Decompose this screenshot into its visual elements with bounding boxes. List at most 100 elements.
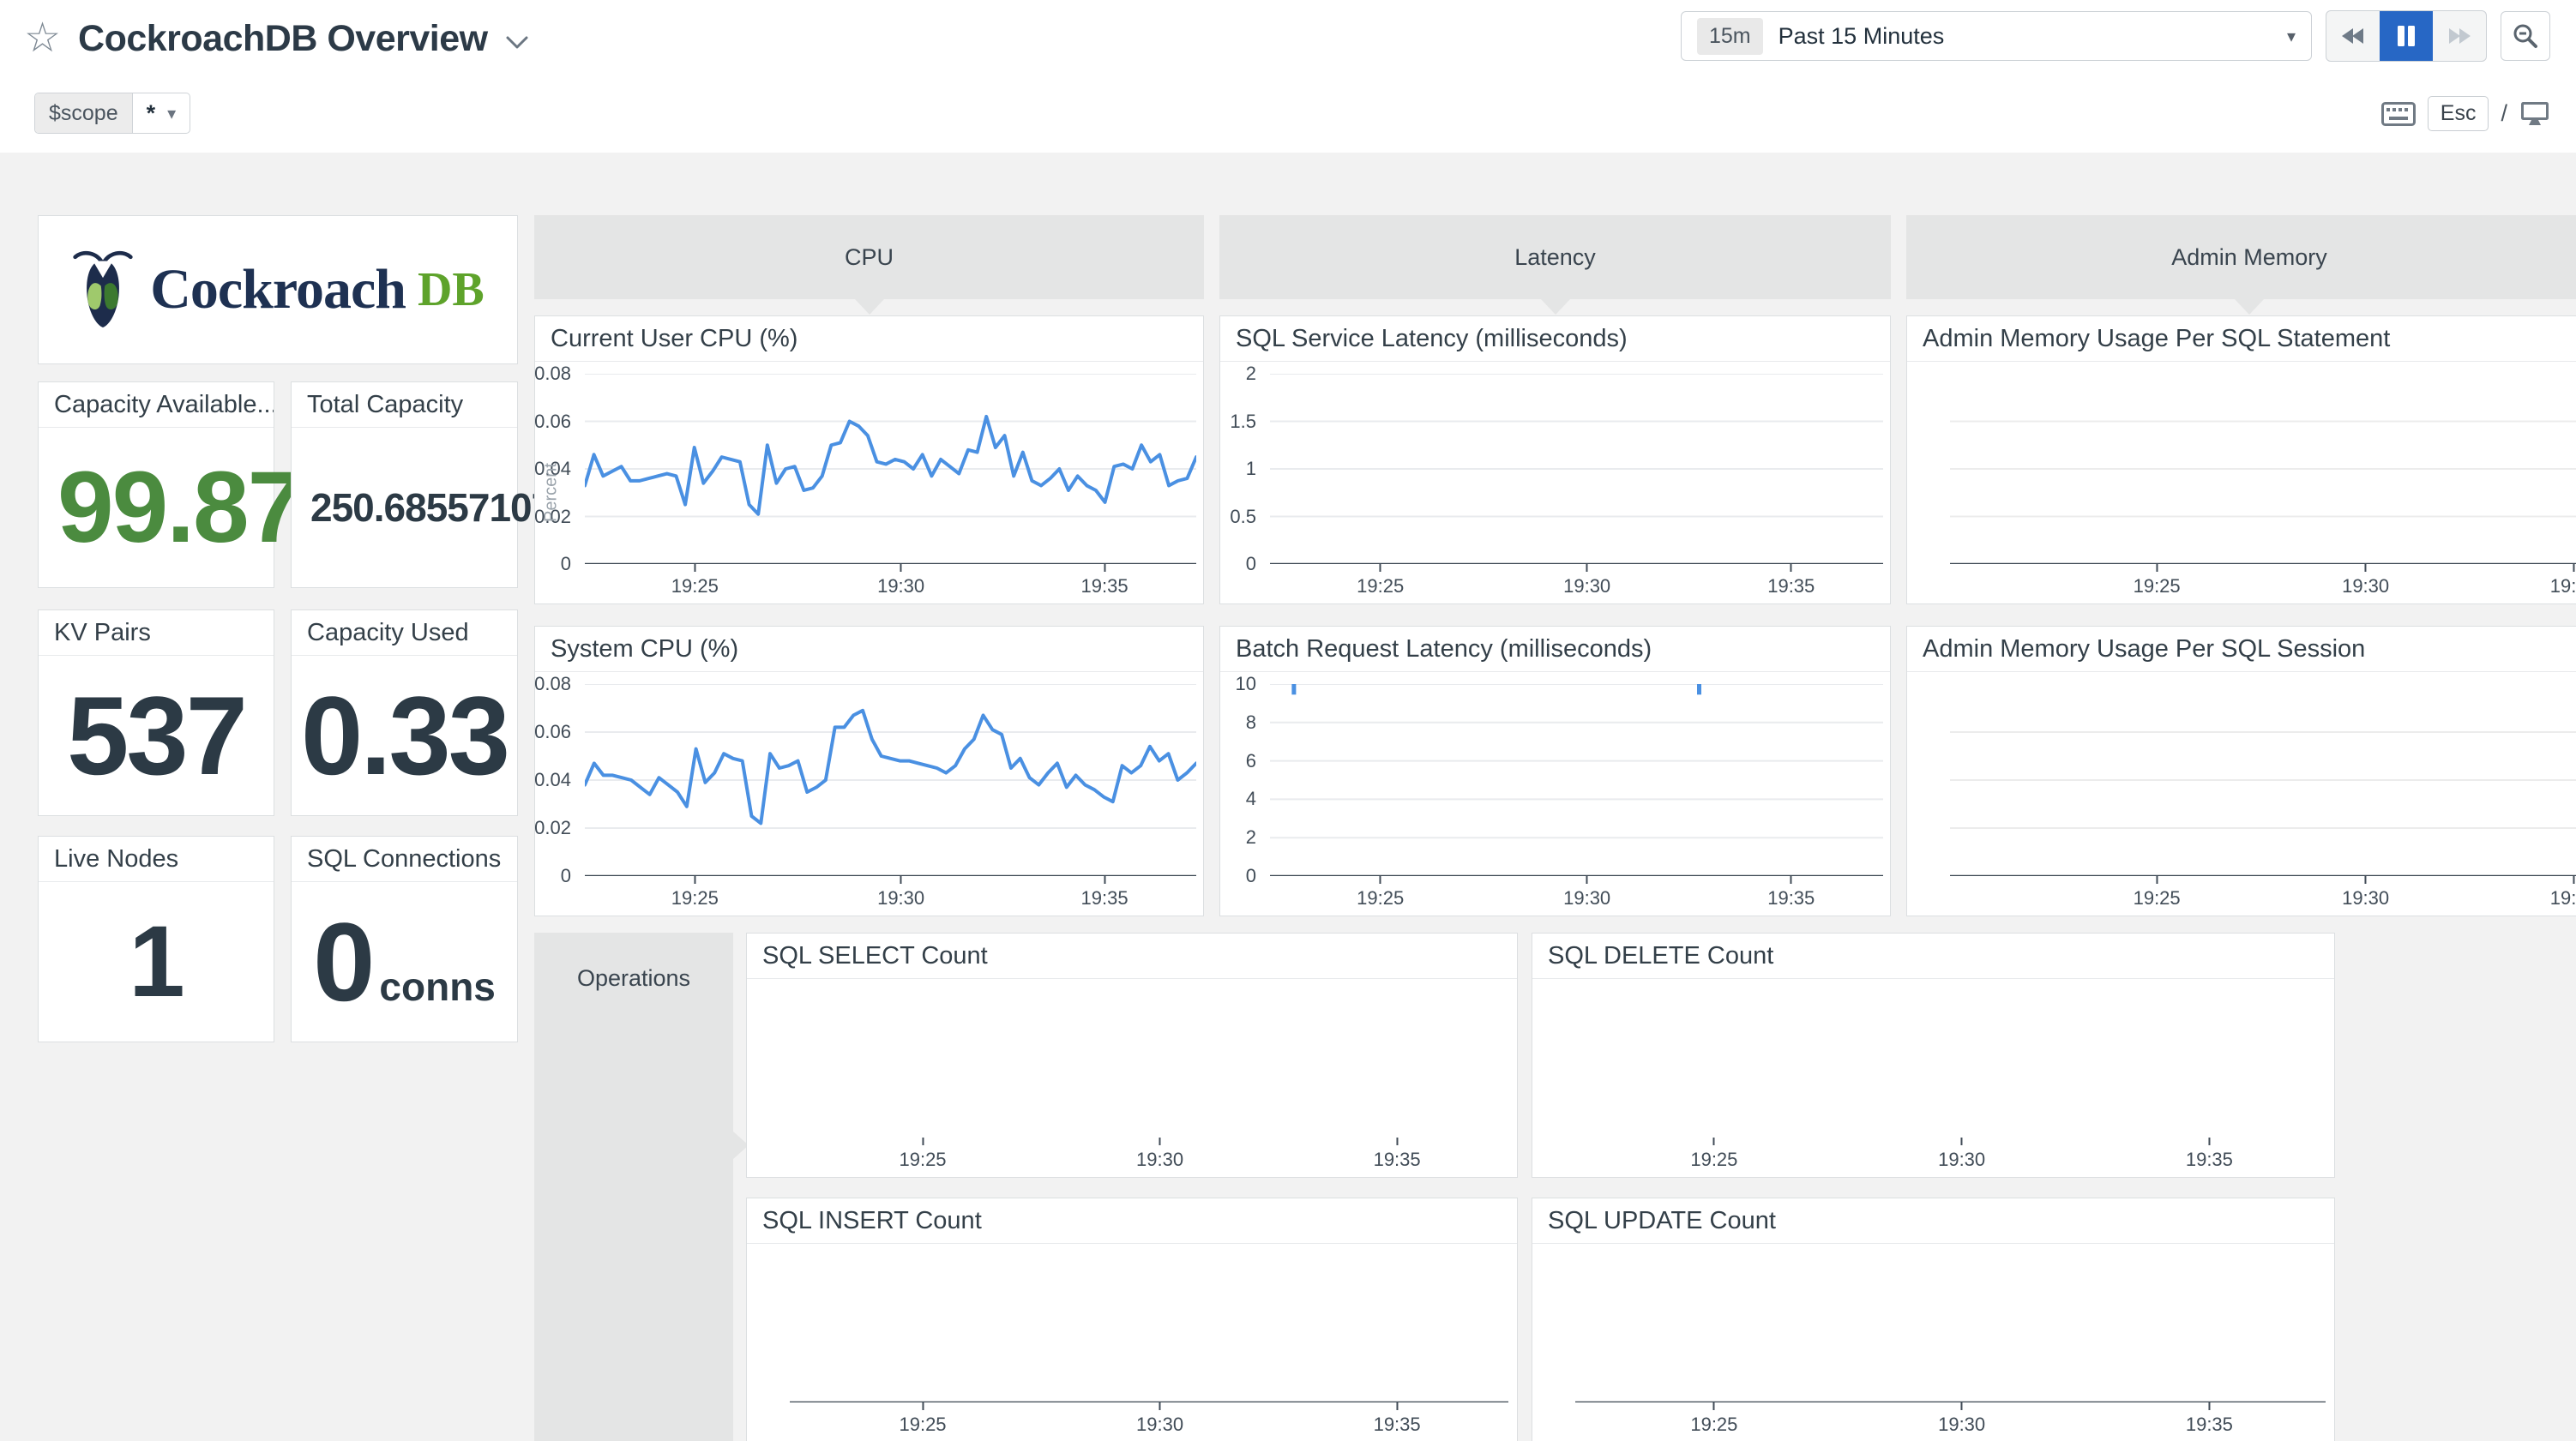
y-tick-label: 0.06: [534, 721, 571, 743]
panel-batch-request-latency: Batch Request Latency (milliseconds) 024…: [1219, 626, 1891, 916]
plot-area[interactable]: [1270, 374, 1883, 564]
group-header-cpu[interactable]: CPU: [534, 215, 1204, 299]
y-axis-ticks: 00.511.52: [1220, 374, 1263, 564]
x-tick-label: 19:35: [1374, 1402, 1421, 1436]
x-tick-label: 19:25: [899, 1138, 946, 1171]
line-chart-sql-delete-count[interactable]: 19:25 19:30 19:35: [1532, 979, 2334, 1177]
y-tick-label: 0.04: [534, 769, 571, 791]
cockroachdb-logo-panel: Cockroach DB: [38, 215, 518, 364]
fast-forward-icon: [2446, 26, 2473, 46]
card-value: 1: [39, 882, 274, 1042]
plot-area[interactable]: [1950, 374, 2576, 564]
scope-caret-icon: ▾: [167, 103, 176, 124]
template-variable-scope[interactable]: $scope * ▾: [34, 93, 190, 134]
favorite-star-icon[interactable]: ☆: [24, 18, 61, 59]
y-axis-label: Percent: [542, 454, 562, 531]
panel-sql-service-latency: SQL Service Latency (milliseconds) 00.51…: [1219, 315, 1891, 604]
chart-title: Current User CPU (%): [535, 316, 1203, 362]
group-header-operations[interactable]: Operations: [534, 933, 733, 1441]
pause-button[interactable]: [2380, 11, 2433, 61]
x-tick-label: 19:30: [1938, 1138, 1985, 1171]
keyboard-shortcut-hints: Esc /: [2381, 96, 2550, 131]
fast-forward-button[interactable]: [2433, 11, 2486, 61]
x-tick-label: 19:35: [2550, 564, 2576, 597]
line-chart-sql-service-latency[interactable]: 00.511.52 19:2519:3019:35: [1220, 362, 1890, 603]
x-tick-label: 19:25: [899, 1402, 946, 1436]
y-tick-label: 4: [1246, 788, 1256, 810]
y-tick-label: 0: [1246, 553, 1256, 575]
scope-value: *: [147, 100, 156, 127]
plot-area[interactable]: [585, 684, 1196, 876]
x-axis-ticks: 19:2519:3019:35: [1950, 876, 2576, 916]
plot-area[interactable]: [790, 1251, 1508, 1402]
playback-controls: [2326, 10, 2487, 62]
x-tick-label: 19:35: [1767, 876, 1815, 910]
zoom-out-button[interactable]: [2501, 11, 2550, 61]
title-row: ☆ CockroachDB Overview: [24, 9, 529, 69]
time-controls: 15m Past 15 Minutes ▾: [1681, 10, 2550, 62]
y-axis-ticks: 00.020.040.060.08: [535, 684, 578, 876]
x-tick-label: 19:25: [671, 876, 719, 910]
plot-area[interactable]: [1270, 684, 1883, 876]
plot-area[interactable]: [1575, 1251, 2326, 1402]
title-chevron-down-icon[interactable]: [505, 35, 529, 50]
card-title: Live Nodes: [39, 837, 274, 882]
plot-area[interactable]: [1575, 986, 2326, 1138]
x-tick-label: 19:25: [2134, 564, 2181, 597]
chart-title: Admin Memory Usage Per SQL Statement: [1907, 316, 2576, 362]
panel-sql-delete-count: SQL DELETE Count 19:25 19:30 19:35: [1532, 933, 2335, 1178]
line-chart-admin-memory-session[interactable]: 19:2519:3019:35: [1907, 672, 2576, 916]
card-value: 250.6855710720 GB: [292, 428, 517, 587]
card-capacity-available: Capacity Available... 99.87: [38, 381, 274, 588]
esc-key: Esc: [2428, 96, 2489, 131]
line-chart-admin-memory-statement[interactable]: 19:2519:3019:35: [1907, 362, 2576, 603]
x-tick-label: 19:30: [877, 876, 924, 910]
y-tick-label: 8: [1246, 711, 1256, 734]
fullscreen-monitor-icon[interactable]: [2519, 100, 2550, 128]
chart-title: Batch Request Latency (milliseconds): [1220, 627, 1890, 672]
group-notch: [855, 299, 884, 315]
y-tick-label: 0: [561, 553, 571, 575]
line-chart-current-user-cpu[interactable]: 00.020.040.060.08 19:2519:3019:35 Percen…: [535, 362, 1203, 603]
slash-hint: /: [2501, 100, 2507, 127]
y-tick-label: 0: [561, 865, 571, 887]
dashboard-root: ☆ CockroachDB Overview $scope * ▾ 15m Pa…: [0, 0, 2576, 1441]
group-header-admin-memory[interactable]: Admin Memory: [1906, 215, 2576, 299]
line-chart-sql-select-count[interactable]: 19:2519:3019:35: [747, 979, 1517, 1177]
plot-area[interactable]: [585, 374, 1196, 564]
y-tick-label: 2: [1246, 363, 1256, 385]
x-axis-ticks: 19:2519:3019:35: [1270, 876, 1883, 916]
y-tick-label: 0.08: [534, 363, 571, 385]
card-live-nodes: Live Nodes 1: [38, 836, 274, 1042]
x-axis-ticks: 19:2519:3019:35: [1575, 1402, 2326, 1441]
chart-title: SQL DELETE Count: [1532, 934, 2334, 979]
plot-area[interactable]: [1950, 684, 2576, 876]
line-chart-sql-insert-count[interactable]: 19:2519:3019:35: [747, 1244, 1517, 1441]
line-chart-batch-request-latency[interactable]: 0246810 19:2519:3019:35: [1220, 672, 1890, 916]
group-notch: [1541, 299, 1570, 315]
card-title: SQL Connections: [292, 837, 517, 882]
line-chart-sql-update-count[interactable]: 19:2519:3019:35: [1532, 1244, 2334, 1441]
chart-title: Admin Memory Usage Per SQL Session: [1907, 627, 2576, 672]
group-title-operations: Operations: [577, 965, 690, 991]
x-tick-label: 19:25: [1690, 1138, 1737, 1171]
group-notch: [2235, 299, 2264, 315]
y-tick-label: 0.5: [1230, 506, 1256, 528]
scope-label: $scope: [35, 93, 133, 133]
chart-title: System CPU (%): [535, 627, 1203, 672]
line-chart-system-cpu[interactable]: 00.020.040.060.08 19:2519:3019:35: [535, 672, 1203, 916]
time-caret-icon: ▾: [2287, 26, 2296, 47]
panel-admin-memory-per-session: Admin Memory Usage Per SQL Session 19:25…: [1906, 626, 2576, 916]
x-tick-label: 19:35: [1374, 1138, 1421, 1171]
time-range-picker[interactable]: 15m Past 15 Minutes ▾: [1681, 11, 2312, 61]
y-tick-label: 0.08: [534, 673, 571, 695]
x-tick-label: 19:35: [1081, 564, 1129, 597]
plot-area[interactable]: [790, 986, 1508, 1138]
scope-value-dropdown[interactable]: * ▾: [133, 93, 190, 133]
card-value: 0.33: [292, 656, 517, 815]
x-tick-label: 19:35: [2186, 1138, 2233, 1171]
x-tick-label: 19:25: [671, 564, 719, 597]
rewind-button[interactable]: [2326, 11, 2380, 61]
y-tick-label: 1: [1246, 458, 1256, 480]
group-header-latency[interactable]: Latency: [1219, 215, 1891, 299]
